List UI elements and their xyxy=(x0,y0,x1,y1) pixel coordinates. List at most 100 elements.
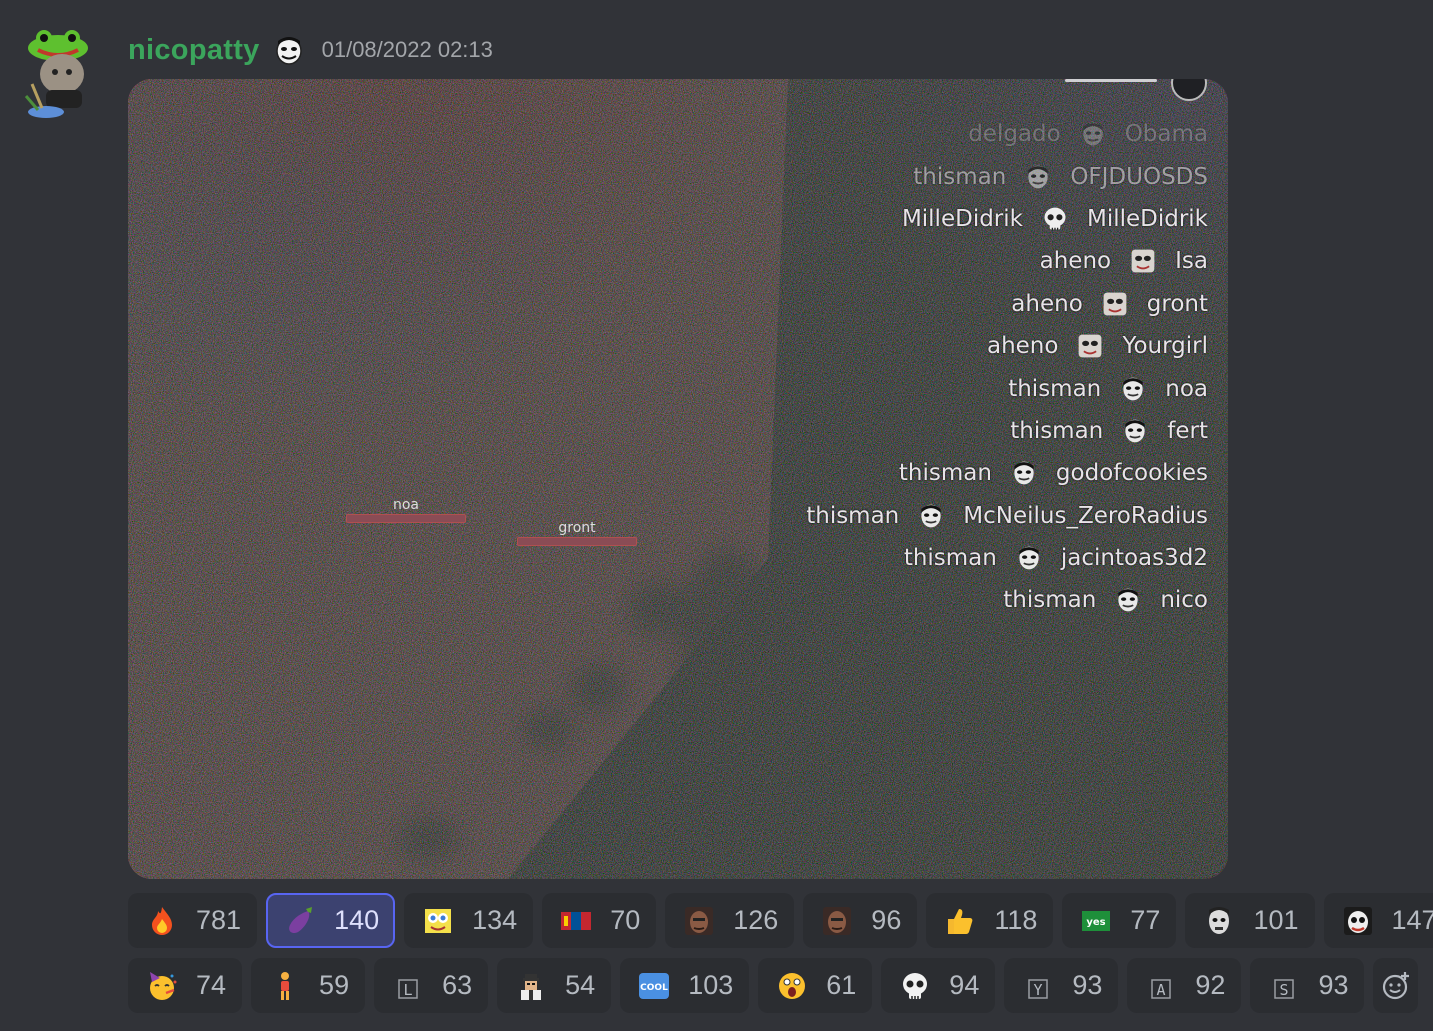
kill-feed-row: aheno gront xyxy=(688,283,1208,325)
reaction-count: 61 xyxy=(826,970,857,1000)
reaction-button[interactable]: L 63 xyxy=(374,958,489,1013)
killer-name: thisman xyxy=(1010,417,1104,444)
kill-feed-row: aheno Isa xyxy=(688,240,1208,282)
reaction-count: 781 xyxy=(196,905,242,935)
spongebob-face-icon xyxy=(422,905,454,937)
masked-face-icon xyxy=(1024,163,1052,191)
masked-face-icon xyxy=(1079,120,1107,148)
image-attachment[interactable]: noa gront delgado Obama thisman OFJDUOSDS Mi… xyxy=(128,79,1228,879)
creepy-face-role-icon xyxy=(275,37,302,65)
reaction-button[interactable]: 74 xyxy=(128,958,243,1013)
reaction-count: 93 xyxy=(1318,970,1349,1000)
reaction-count: 70 xyxy=(610,905,641,935)
reaction-button[interactable]: 134 xyxy=(404,893,534,948)
fire-icon xyxy=(146,905,178,937)
reaction-count: 59 xyxy=(319,970,350,1000)
reaction-count: 118 xyxy=(994,905,1038,935)
reaction-button[interactable]: A 92 xyxy=(1127,958,1242,1013)
yes-sticker-icon: yes xyxy=(1080,905,1112,937)
kill-feed-row: delgado Obama xyxy=(688,113,1208,155)
add-reaction-button[interactable] xyxy=(1373,958,1418,1013)
reaction-count: 101 xyxy=(1253,905,1299,935)
reaction-button[interactable]: 147 xyxy=(1323,893,1433,948)
health-bar xyxy=(517,537,637,546)
player-nametag: noa xyxy=(346,497,466,523)
kill-feed-row: MilleDidrik MilleDidrik xyxy=(688,198,1208,240)
killer-name: delgado xyxy=(968,121,1061,148)
svg-text:COOL: COOL xyxy=(640,983,668,993)
victim-name: fert xyxy=(1167,417,1208,444)
creepy-face-icon xyxy=(1101,290,1129,318)
svg-text:Y: Y xyxy=(1034,981,1043,999)
victim-name: MilleDidrik xyxy=(1086,205,1208,232)
reaction-count: 140 xyxy=(334,905,380,935)
svg-text:S: S xyxy=(1280,981,1289,999)
cool-button-icon: COOL xyxy=(638,970,670,1002)
reaction-button[interactable]: 54 xyxy=(497,958,612,1013)
message-header: nicopatty 01/08/2022 02:13 xyxy=(128,30,493,70)
reaction-button[interactable]: S 93 xyxy=(1250,958,1365,1013)
victim-name: Obama xyxy=(1124,121,1208,148)
reaction-button[interactable]: 59 xyxy=(251,958,366,1013)
svg-text:L: L xyxy=(404,981,413,999)
killer-name: aheno xyxy=(986,333,1059,360)
reaction-count: 93 xyxy=(1072,970,1103,1000)
reaction-count: 63 xyxy=(442,970,473,1000)
kill-feed-row: thisman godofcookies xyxy=(688,452,1208,494)
shocked-face-icon xyxy=(776,970,808,1002)
reaction-button[interactable]: 118 xyxy=(926,893,1054,948)
reaction-button[interactable]: 101 xyxy=(1185,893,1315,948)
svg-text:yes: yes xyxy=(1087,917,1106,928)
masked-face-icon xyxy=(1121,417,1149,445)
killer-name: thisman xyxy=(898,460,992,487)
reaction-button[interactable]: 126 xyxy=(665,893,795,948)
reaction-button[interactable]: 94 xyxy=(881,958,996,1013)
reaction-row: 781 140 134 70 126 96 118 yes 77 101 147 xyxy=(128,893,1433,948)
killer-name: thisman xyxy=(806,502,900,529)
killer-name: thisman xyxy=(1008,375,1102,402)
mongolia-flag-icon xyxy=(560,905,592,937)
letter-S-icon: S xyxy=(1268,970,1300,1002)
reaction-button[interactable]: 61 xyxy=(758,958,873,1013)
reaction-button[interactable]: 70 xyxy=(542,893,657,948)
reaction-button[interactable]: 781 xyxy=(128,893,258,948)
reactions-bar: 781 140 134 70 126 96 118 yes 77 101 147 74 59 L 63 54 C… xyxy=(128,893,1433,1023)
reaction-button[interactable]: Y 93 xyxy=(1004,958,1119,1013)
username[interactable]: nicopatty xyxy=(128,34,260,67)
victim-name: McNeilus_ZeroRadius xyxy=(963,502,1208,529)
add-reaction-icon xyxy=(1382,971,1409,999)
avatar[interactable] xyxy=(22,26,94,120)
reaction-count: 77 xyxy=(1130,905,1161,935)
kill-feed-row: thisman OFJDUOSDS xyxy=(688,155,1208,197)
scary-face-icon xyxy=(1342,905,1374,937)
victim-name: jacintoas3d2 xyxy=(1060,545,1208,572)
reaction-count: 147 xyxy=(1391,905,1433,935)
reaction-count: 134 xyxy=(472,905,518,935)
killer-name: MilleDidrik xyxy=(901,205,1023,232)
victim-name: noa xyxy=(1165,375,1208,402)
killer-name: thisman xyxy=(913,163,1007,190)
letter-L-icon: L xyxy=(392,970,424,1002)
kill-feed: delgado Obama thisman OFJDUOSDS MilleDidrik M… xyxy=(688,113,1208,622)
kill-feed-row: thisman fert xyxy=(688,410,1208,452)
letter-Y-icon: Y xyxy=(1022,970,1054,1002)
masked-face-icon xyxy=(1114,586,1142,614)
thumbs-up-icon xyxy=(944,905,976,937)
creepy-face-icon xyxy=(1129,247,1157,275)
skull-icon xyxy=(899,970,931,1002)
victim-name: gront xyxy=(1146,290,1208,317)
kill-feed-row: thisman nico xyxy=(688,579,1208,621)
kill-feed-row: thisman noa xyxy=(688,367,1208,409)
kill-feed-row: thisman McNeilus_ZeroRadius xyxy=(688,495,1208,537)
reaction-button[interactable]: 140 xyxy=(266,893,396,948)
standing-person-icon xyxy=(269,970,301,1002)
reaction-count: 54 xyxy=(565,970,596,1000)
victim-name: godofcookies xyxy=(1055,460,1208,487)
reaction-button[interactable]: yes 77 xyxy=(1062,893,1177,948)
eggplant-icon xyxy=(284,905,316,937)
reaction-button[interactable]: COOL 103 xyxy=(620,958,750,1013)
health-bar xyxy=(346,514,466,523)
pale-face-icon xyxy=(1203,905,1235,937)
reaction-button[interactable]: 96 xyxy=(803,893,918,948)
reaction-count: 92 xyxy=(1195,970,1226,1000)
